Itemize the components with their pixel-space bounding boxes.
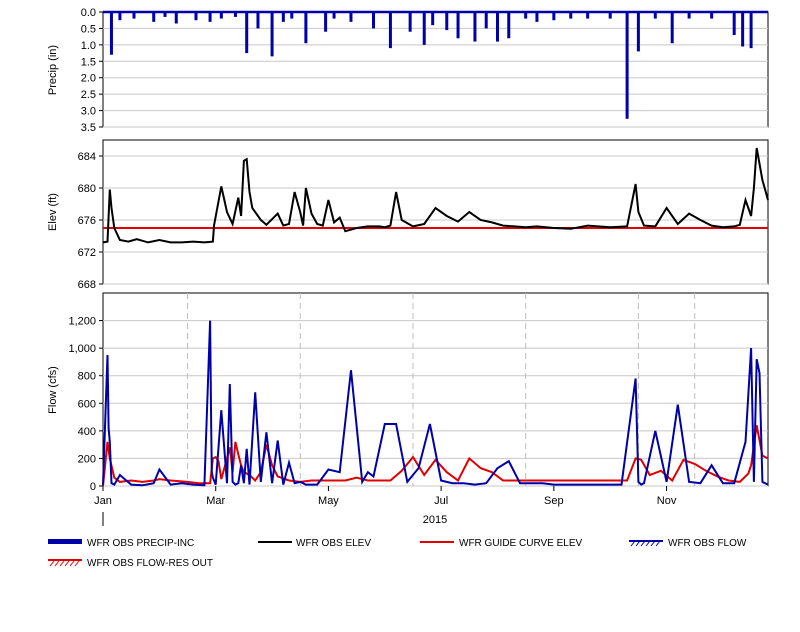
- legend-label-guide: WFR GUIDE CURVE ELEV: [459, 538, 582, 549]
- precip-bar: [473, 12, 477, 42]
- x-tick-label: May: [318, 495, 339, 507]
- precip-bar: [388, 12, 392, 49]
- legend-label-elev: WFR OBS ELEV: [296, 538, 371, 549]
- precip-bar: [456, 12, 460, 39]
- precip-y-tick-label: 0.5: [81, 23, 96, 35]
- elev-y-tick-label: 684: [78, 151, 96, 163]
- precip-bar: [324, 12, 328, 32]
- x-axis-year-label: 2015: [423, 514, 447, 526]
- precip-bar: [710, 12, 714, 19]
- precip-bar: [569, 12, 573, 19]
- precip-bar: [408, 12, 412, 32]
- precip-bar: [132, 12, 136, 19]
- flow-y-ticks: 0 200 400 600 800 1,000 1,200: [68, 316, 103, 493]
- precip-bar: [118, 12, 122, 21]
- precip-y-tick-label: 2.0: [81, 73, 96, 85]
- precip-bar: [109, 12, 113, 55]
- precip-bar: [233, 12, 237, 17]
- elev-y-tick-label: 672: [78, 247, 96, 259]
- flow-y-tick-label: 800: [78, 371, 96, 383]
- precip-plot-area: [102, 11, 769, 128]
- elev-y-tick-label: 676: [78, 215, 96, 227]
- precip-y-tick-label: 3.0: [81, 106, 96, 118]
- precip-bar: [670, 12, 674, 44]
- legend-label-resout: WFR OBS FLOW-RES OUT: [87, 558, 213, 569]
- precip-bar: [741, 12, 745, 47]
- legend-item-elev: WFR OBS ELEV: [258, 538, 371, 549]
- precip-bar: [194, 12, 198, 21]
- precip-bar: [208, 12, 212, 22]
- elev-y-label: Elev (ft): [47, 193, 59, 231]
- elev-panel: 668 672 676 680 684 Elev (ft): [47, 139, 769, 291]
- precip-bar: [349, 12, 353, 22]
- precip-bar: [732, 12, 736, 35]
- precip-bar: [636, 12, 640, 52]
- precip-bar: [653, 12, 657, 19]
- flow-y-tick-label: 600: [78, 398, 96, 410]
- precip-bar: [290, 12, 294, 19]
- precip-bar: [431, 12, 435, 26]
- x-axis-ticks: Jan Mar May Jul Sep Nov: [94, 486, 677, 507]
- elev-y-tick-label: 668: [78, 279, 96, 291]
- flow-y-tick-label: 400: [78, 426, 96, 438]
- legend-item-resout: WFR OBS FLOW-RES OUT: [48, 558, 213, 569]
- precip-bar: [495, 12, 499, 42]
- x-tick-label: Sep: [544, 495, 564, 507]
- elev-y-ticks: 668 672 676 680 684: [78, 151, 103, 291]
- precip-y-label: Precip (in): [47, 45, 59, 95]
- legend-label-flow: WFR OBS FLOW: [668, 538, 747, 549]
- precip-bar: [524, 12, 528, 19]
- legend-label-precip: WFR OBS PRECIP-INC: [87, 538, 194, 549]
- precip-bar: [625, 12, 629, 119]
- flow-y-tick-label: 1,200: [68, 316, 96, 328]
- precip-bar: [174, 12, 178, 24]
- precip-y-tick-label: 2.5: [81, 89, 96, 101]
- precip-bar: [586, 12, 590, 19]
- precip-bar: [445, 12, 449, 31]
- precip-bar: [281, 12, 285, 22]
- flow-y-tick-label: 0: [90, 481, 96, 493]
- flow-y-tick-label: 200: [78, 453, 96, 465]
- precip-bar: [422, 12, 426, 45]
- precip-bar: [484, 12, 488, 29]
- flow-panel: 0 200 400 600 800 1,000 1,200 Jan Mar May Jul Sep N…: [47, 292, 769, 526]
- flow-y-label: Flow (cfs): [47, 366, 59, 414]
- legend-hatch-resout: [49, 560, 80, 567]
- precip-y-tick-label: 3.5: [81, 122, 96, 134]
- precip-y-tick-label: 1.5: [81, 56, 96, 68]
- x-tick-label: Nov: [657, 495, 677, 507]
- precip-y-tick-label: 0.0: [81, 7, 96, 19]
- x-tick-label: Mar: [206, 495, 225, 507]
- x-tick-label: Jan: [94, 495, 112, 507]
- precip-y-ticks: 0.0 0.5 1.0 1.5 2.0 2.5 3.0 3.5: [81, 7, 103, 134]
- x-tick-label: Jul: [434, 495, 448, 507]
- precip-bar: [163, 12, 167, 17]
- precip-bar: [270, 12, 274, 57]
- legend-item-flow: WFR OBS FLOW: [629, 538, 747, 549]
- precip-bar: [256, 12, 260, 29]
- precip-bar: [372, 12, 376, 29]
- precip-y-tick-label: 1.0: [81, 40, 96, 52]
- elev-y-tick-label: 680: [78, 183, 96, 195]
- hydrograph-chart: 0.0 0.5 1.0 1.5 2.0 2.5 3.0 3.5 Precip (in) 668…: [47, 7, 769, 569]
- legend-swatch-precip: [48, 539, 82, 544]
- precip-bar: [332, 12, 336, 19]
- precip-bar: [608, 12, 612, 19]
- precip-bar: [535, 12, 539, 22]
- precip-bar: [552, 12, 556, 21]
- precip-bar: [219, 12, 223, 19]
- precip-bar: [507, 12, 511, 39]
- flow-y-tick-label: 1,000: [68, 343, 96, 355]
- legend: WFR OBS PRECIP-INC WFR OBS ELEV WFR GUID…: [48, 538, 747, 569]
- precip-bar: [687, 12, 691, 19]
- precip-bar: [304, 12, 308, 44]
- precip-panel: 0.0 0.5 1.0 1.5 2.0 2.5 3.0 3.5 Precip (in): [47, 7, 769, 134]
- precip-bar: [749, 12, 753, 49]
- legend-item-guide: WFR GUIDE CURVE ELEV: [420, 538, 582, 549]
- precip-bar: [245, 12, 249, 54]
- legend-item-precip: WFR OBS PRECIP-INC: [48, 538, 194, 549]
- precip-bar: [152, 12, 156, 22]
